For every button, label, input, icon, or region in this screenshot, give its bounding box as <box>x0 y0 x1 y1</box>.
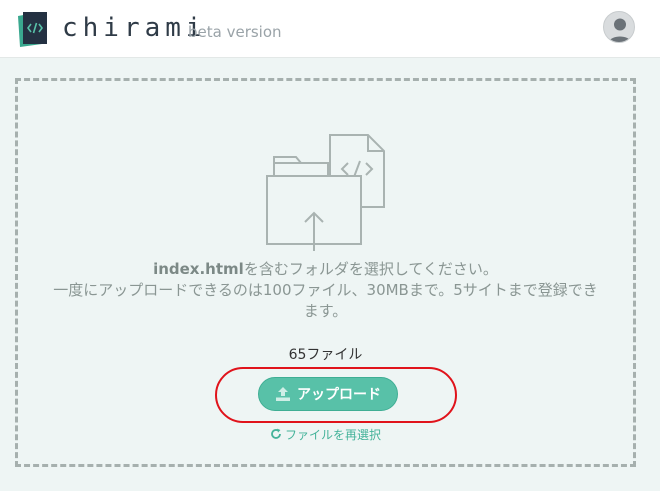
brand-name[interactable]: chirami <box>62 11 207 45</box>
refresh-icon <box>271 428 281 439</box>
upload-button-label: アップロード <box>297 387 381 403</box>
instruction-rest: を含むフォルダを選択してください。 <box>243 260 498 278</box>
upload-button[interactable]: アップロード <box>258 377 398 411</box>
code-document-icon[interactable] <box>14 10 50 48</box>
reselect-label: ファイルを再選択 <box>284 428 381 442</box>
instruction-line2: 一度にアップロードできるのは100ファイル、30MBまで。5サイトまで登録できま… <box>53 281 598 320</box>
beta-label: beta version <box>188 23 282 41</box>
instruction-line1: index.htmlを含むフォルダを選択してください。 <box>18 259 633 280</box>
drop-zone[interactable]: index.htmlを含むフォルダを選択してください。 一度にアップロードできる… <box>15 78 636 467</box>
user-avatar-icon[interactable] <box>603 11 635 43</box>
reselect-files-link[interactable]: ファイルを再選択 <box>18 427 633 443</box>
upload-icon <box>276 387 290 401</box>
app-header: chirami beta version <box>0 0 660 58</box>
main-area: index.htmlを含むフォルダを選択してください。 一度にアップロードできる… <box>0 58 660 491</box>
instruction-filename: index.html <box>153 260 244 278</box>
file-count: 65ファイル <box>288 347 363 363</box>
folder-upload-code-file-icon <box>266 134 385 251</box>
instruction-text: index.htmlを含むフォルダを選択してください。 一度にアップロードできる… <box>18 259 633 322</box>
